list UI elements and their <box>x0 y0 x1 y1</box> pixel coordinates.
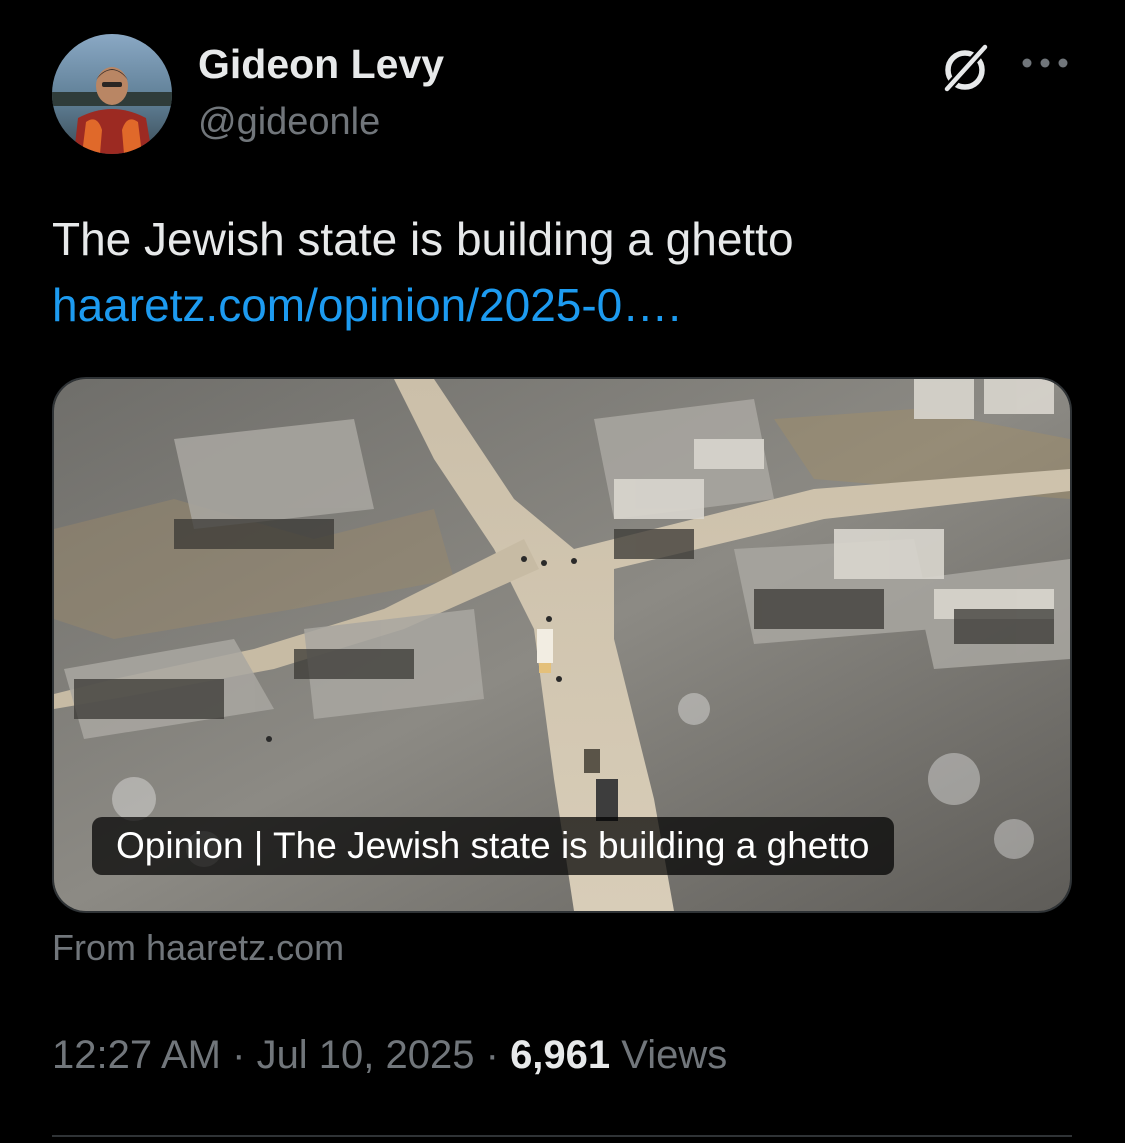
author-display-name[interactable]: Gideon Levy <box>198 42 444 86</box>
divider <box>52 1135 1072 1137</box>
meta-separator: · <box>474 1033 511 1077</box>
tweet-link[interactable]: haaretz.com/opinion/2025-0…. <box>52 272 1072 338</box>
tweet-text: The Jewish state is building a ghetto <box>52 213 794 265</box>
avatar[interactable] <box>52 34 172 154</box>
tweet-body: The Jewish state is building a ghetto ha… <box>52 206 1072 338</box>
author-handle[interactable]: @gideonle <box>198 102 444 142</box>
author-names: Gideon Levy @gideonle <box>198 42 444 142</box>
tweet-header: Gideon Levy @gideonle <box>52 34 1072 156</box>
meta-separator: · <box>221 1033 257 1077</box>
tweet-meta: 12:27 AM · Jul 10, 2025 · 6,961 Views <box>52 1030 727 1080</box>
link-card[interactable]: Opinion | The Jewish state is building a… <box>52 377 1072 913</box>
grok-icon[interactable] <box>936 38 996 98</box>
more-options-icon[interactable] <box>1018 48 1072 78</box>
tweet-date[interactable]: Jul 10, 2025 <box>257 1033 475 1077</box>
tweet-time[interactable]: 12:27 AM <box>52 1033 221 1077</box>
card-caption: Opinion | The Jewish state is building a… <box>92 817 894 875</box>
card-source[interactable]: From haaretz.com <box>52 926 344 970</box>
views-label: Views <box>621 1033 728 1077</box>
views-count: 6,961 <box>510 1033 611 1077</box>
